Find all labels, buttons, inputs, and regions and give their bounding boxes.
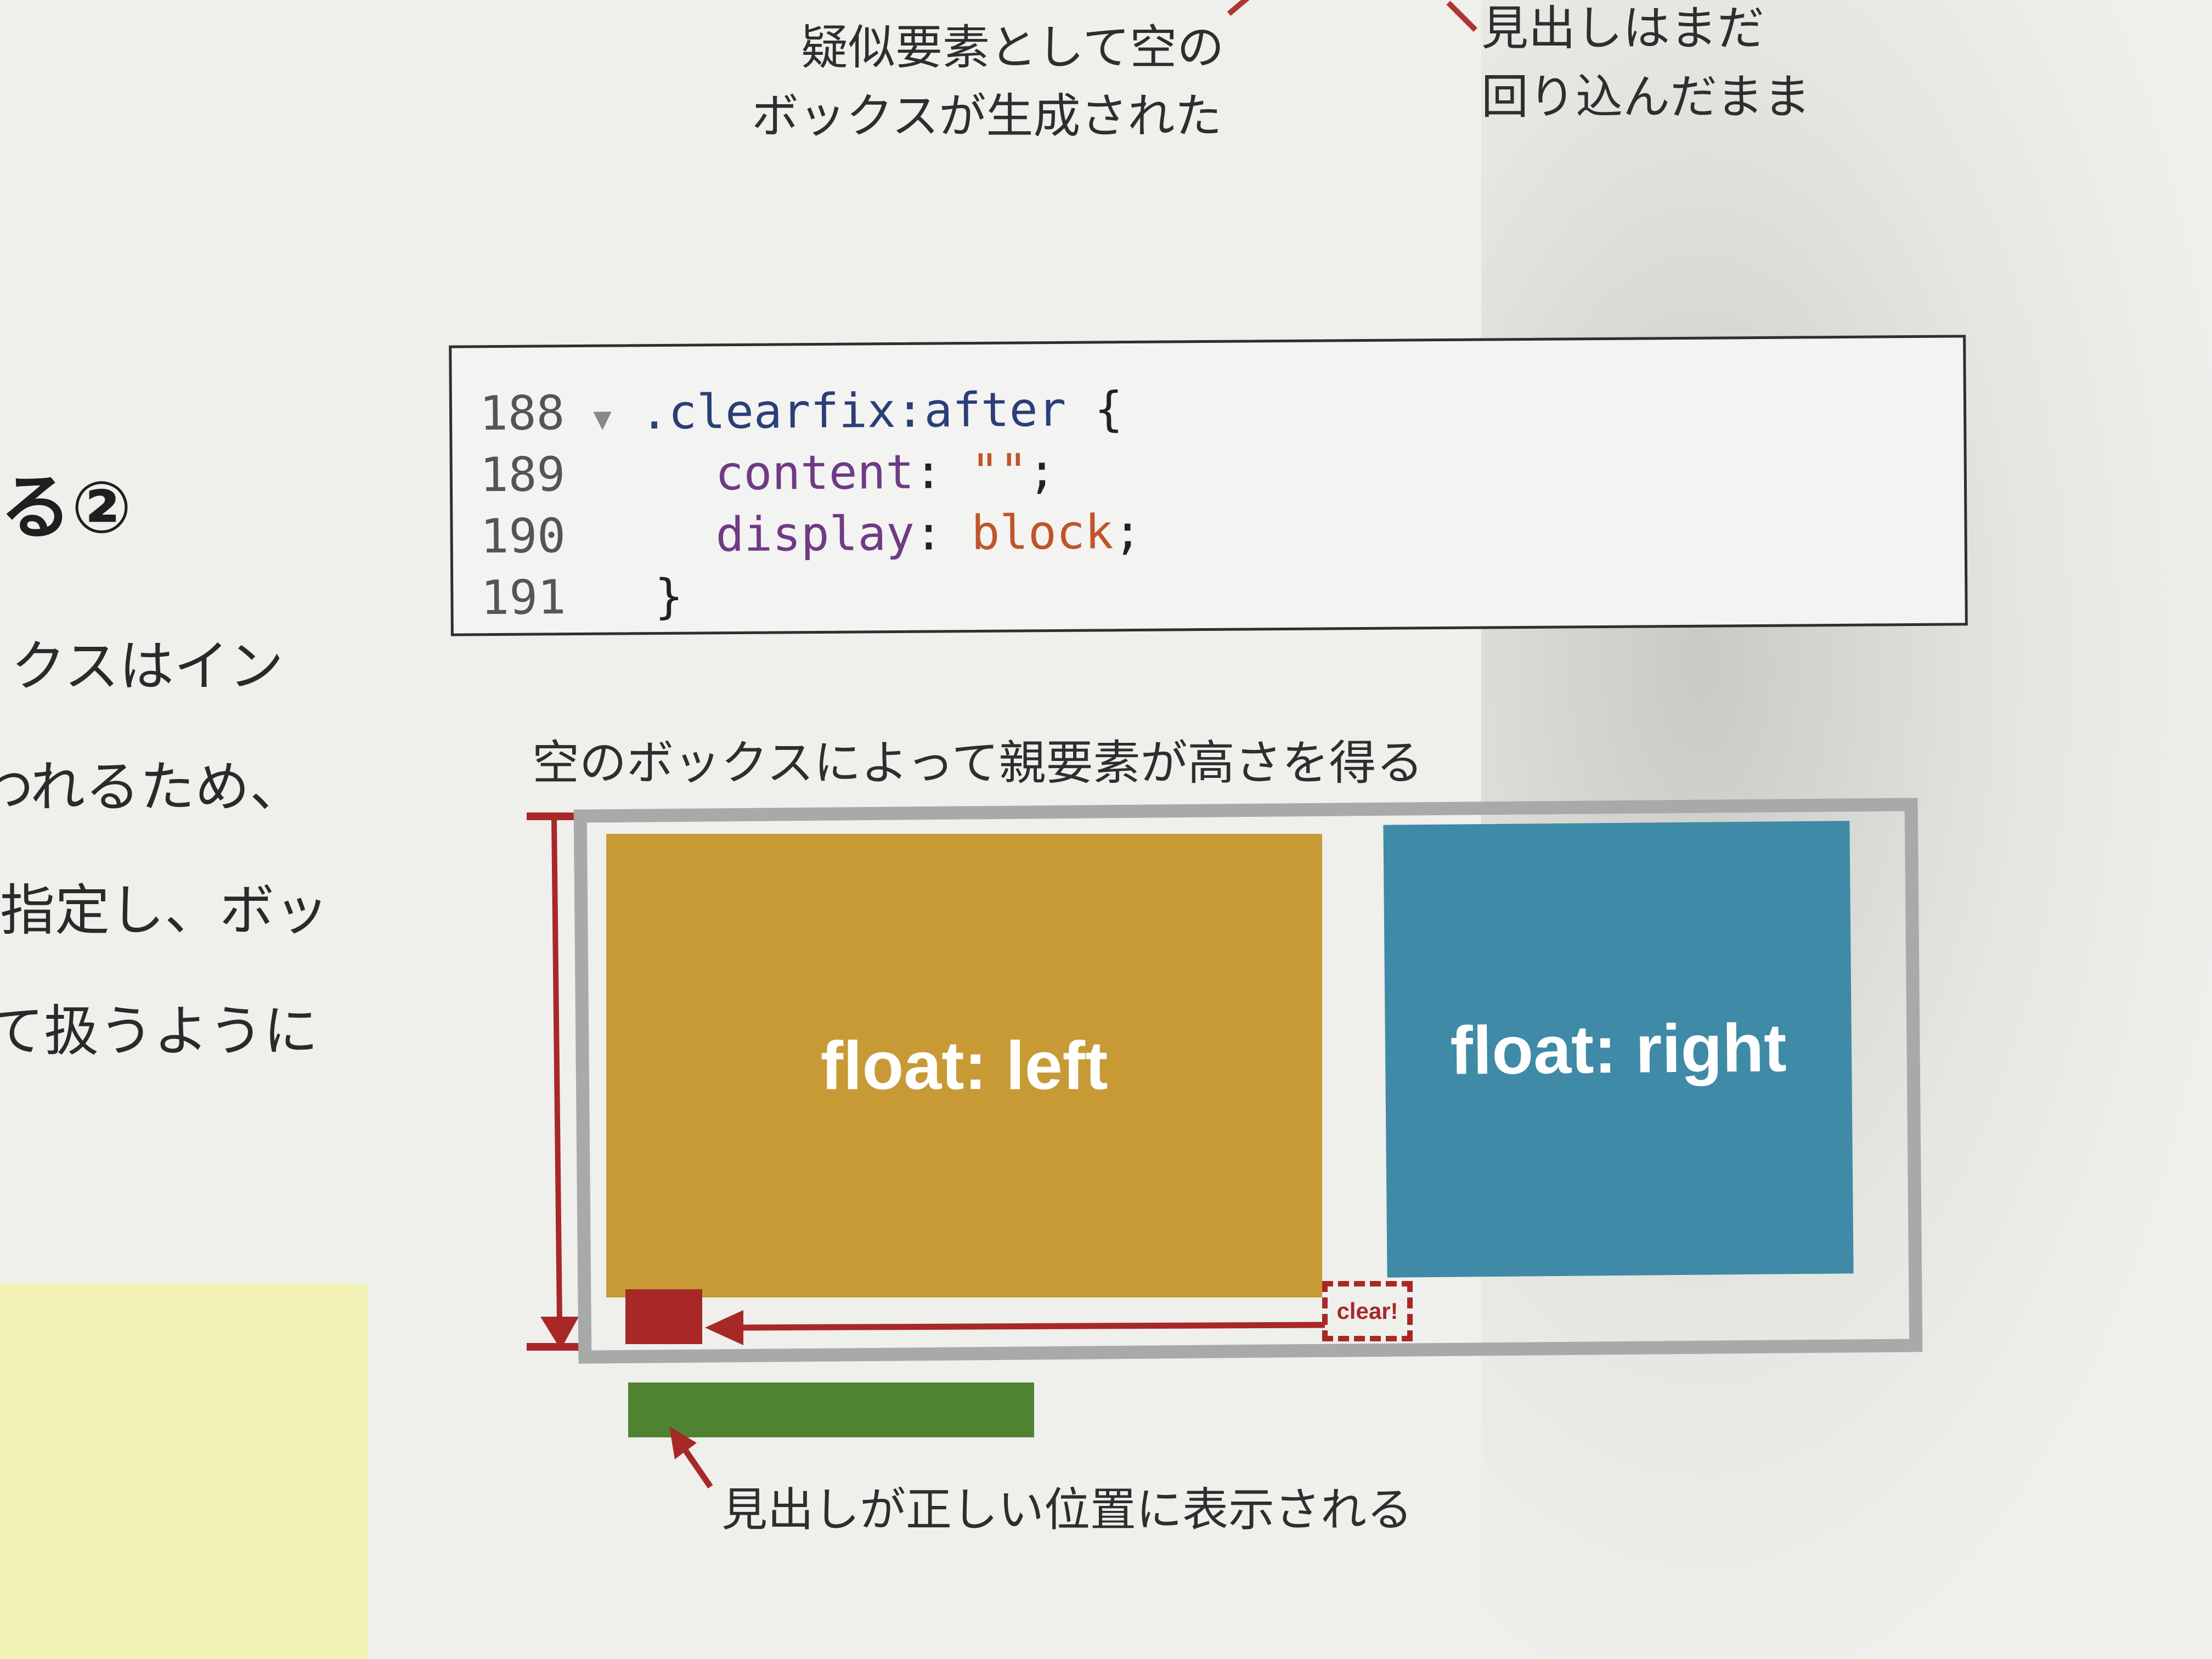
body-text-line-2: われるため、: [0, 755, 304, 819]
callout-heading-wrap-line-1: 見出しはまだ: [1481, 1, 1764, 56]
float-left-label: float: left: [820, 1028, 1108, 1104]
code-line-189: 189 content: "";: [479, 444, 1056, 503]
code-colon: :: [913, 444, 972, 500]
code-brace-open: {: [1065, 382, 1124, 437]
fold-triangle-icon[interactable]: ▼: [593, 401, 612, 437]
code-line-191: 191 }: [481, 569, 684, 626]
line-number: 188: [479, 386, 565, 442]
callout-leader-left: [1227, 0, 1265, 16]
sticky-note: [0, 1284, 368, 1659]
code-box: 188 ▼ .clearfix:after { 189 content: "";…: [449, 335, 1968, 636]
code-value: block: [971, 505, 1114, 561]
bottom-arrow-icon: [669, 1426, 713, 1489]
code-value: "": [970, 444, 1028, 500]
callout-pseudo-box-line-2: ボックスが生成された: [752, 89, 1222, 144]
line-number: 189: [479, 447, 566, 503]
line-number: 190: [480, 509, 566, 565]
callout-pseudo-box: 疑似要素として空の ボックスが生成された: [752, 14, 1224, 151]
code-semicolon: ;: [1027, 443, 1057, 499]
code-semicolon: ;: [1113, 504, 1142, 560]
callout-leader-right: [1446, 1, 1478, 32]
callout-heading-wrap: 見出しはまだ 回り込んだまま: [1481, 0, 1810, 132]
code-colon: :: [914, 506, 972, 561]
bottom-caption: 見出しが正しい位置に表示される: [721, 1483, 1413, 1537]
code-property: content: [686, 444, 915, 501]
body-text-line-1: クスはイン: [11, 634, 284, 698]
clear-badge: clear!: [1322, 1281, 1413, 1341]
pseudo-element-box: [625, 1289, 702, 1344]
diagram-caption: 空のボックスによって親要素が高さを得る: [532, 736, 1424, 791]
float-right-box: float: right: [1383, 821, 1854, 1278]
code-selector: .clearfix:after: [640, 382, 1066, 441]
body-text-line-4: て扱うように: [0, 999, 318, 1063]
clear-label: clear!: [1336, 1298, 1398, 1324]
clear-arrow-icon: [705, 1310, 1325, 1345]
code-brace-close: }: [654, 569, 684, 625]
line-number: 191: [481, 570, 567, 626]
section-heading: する②: [0, 466, 132, 549]
code-property: display: [687, 506, 915, 563]
float-right-label: float: right: [1449, 1009, 1787, 1089]
float-left-box: float: left: [606, 834, 1322, 1297]
code-line-188: 188 ▼ .clearfix:after {: [479, 382, 1124, 447]
body-text-line-3: 指定し、ボッ: [0, 878, 329, 943]
callout-heading-wrap-line-2: 回り込んだまま: [1481, 70, 1811, 125]
code-line-190: 190 display: block;: [480, 505, 1142, 564]
callout-pseudo-box-line-1: 疑似要素として空の: [801, 20, 1224, 75]
